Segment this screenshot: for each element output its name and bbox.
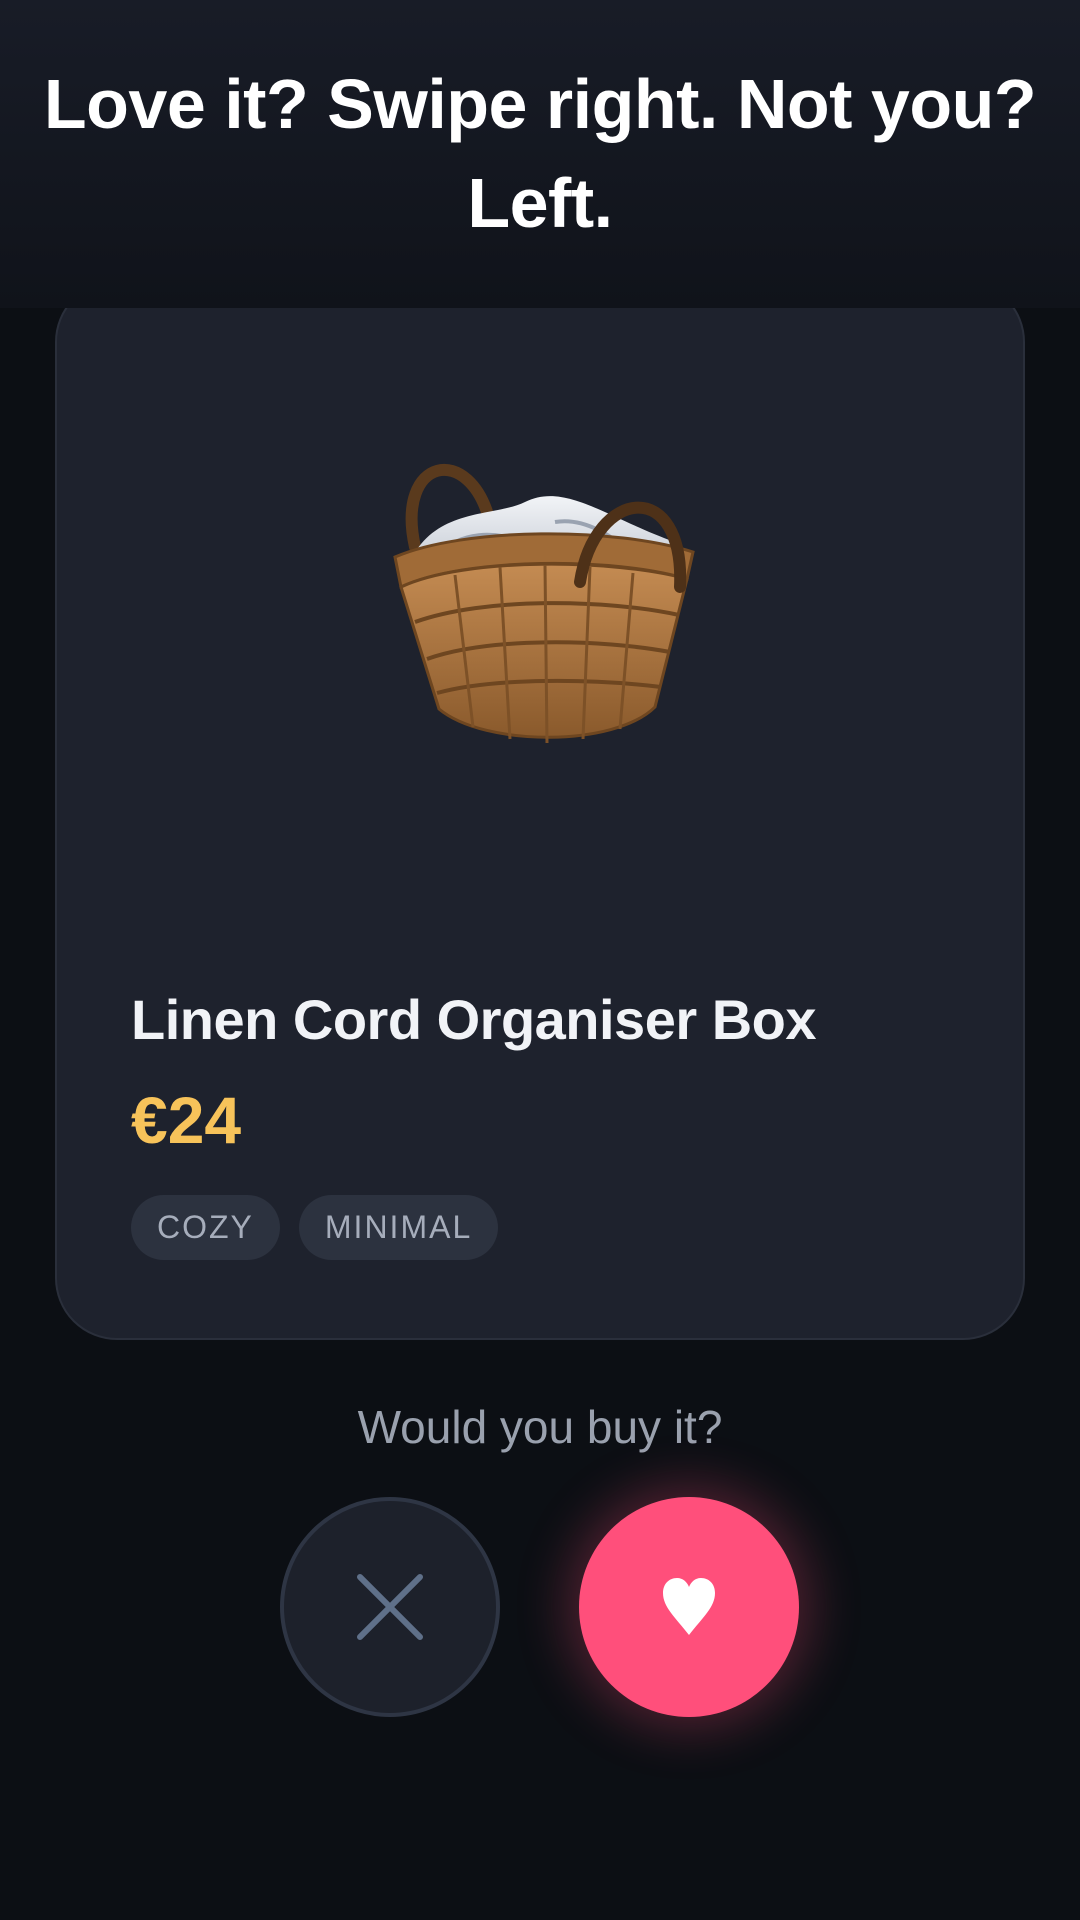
- product-title: Linen Cord Organiser Box: [131, 988, 817, 1051]
- close-icon: [357, 1574, 423, 1640]
- dislike-button[interactable]: [280, 1497, 500, 1717]
- page-title: Love it? Swipe right. Not you? Left.: [43, 65, 1037, 242]
- product-price: €24: [131, 1083, 242, 1157]
- product-image: [57, 282, 1023, 922]
- heart-icon: [663, 1578, 715, 1635]
- basket-icon: [393, 463, 695, 744]
- tag-chip: MINIMAL: [298, 1195, 499, 1260]
- tag-chip: COZY: [131, 1195, 280, 1260]
- product-card[interactable]: Linen Cord Organiser Box €24 COZY MINIMA…: [55, 280, 1025, 1340]
- buy-prompt: Would you buy it?: [357, 1401, 723, 1453]
- swipe-screen: Love it? Swipe right. Not you? Left. Lin…: [0, 0, 1080, 1920]
- tag-list: COZY MINIMAL: [131, 1195, 499, 1260]
- header: Love it? Swipe right. Not you? Left.: [0, 0, 1080, 308]
- like-button[interactable]: [579, 1497, 799, 1717]
